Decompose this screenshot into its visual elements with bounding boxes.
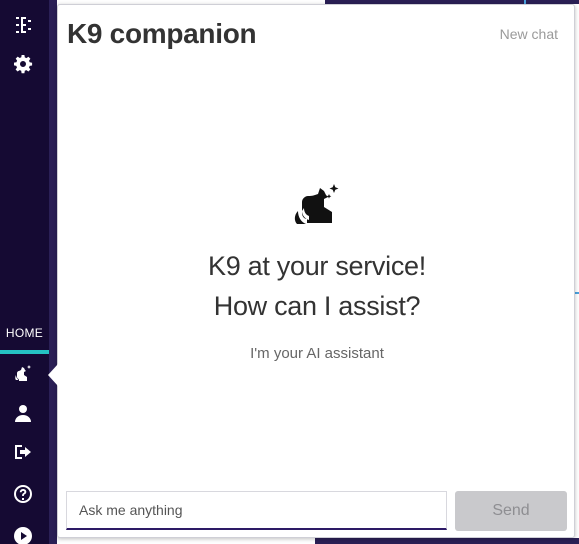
tree-icon[interactable] xyxy=(12,14,34,36)
gear-icon[interactable] xyxy=(12,53,34,75)
k9-icon[interactable] xyxy=(12,363,34,385)
panel-title: K9 companion xyxy=(67,18,257,49)
home-label: HOME xyxy=(5,326,44,340)
k9-chat-panel: K9 companion New chat K9 at your service… xyxy=(57,4,575,538)
play-icon[interactable] xyxy=(12,525,34,544)
welcome-headline: K9 at your service! xyxy=(208,251,426,281)
welcome-subtitle: I'm your AI assistant xyxy=(250,345,384,362)
logout-icon[interactable] xyxy=(12,441,34,463)
background-footer-fragment xyxy=(315,538,579,544)
user-icon[interactable] xyxy=(12,402,34,424)
help-icon[interactable] xyxy=(12,483,34,505)
new-chat-button[interactable]: New chat xyxy=(500,26,558,42)
welcome-question: How can I assist? xyxy=(213,291,421,321)
sidebar: HOME xyxy=(0,0,49,544)
send-button[interactable]: Send xyxy=(455,491,567,531)
sidebar-edge xyxy=(49,0,57,544)
k9-dog-sparkle-icon xyxy=(291,181,343,233)
active-item-caret xyxy=(48,364,58,386)
chat-input[interactable] xyxy=(66,491,447,530)
home-active-indicator xyxy=(0,350,49,354)
